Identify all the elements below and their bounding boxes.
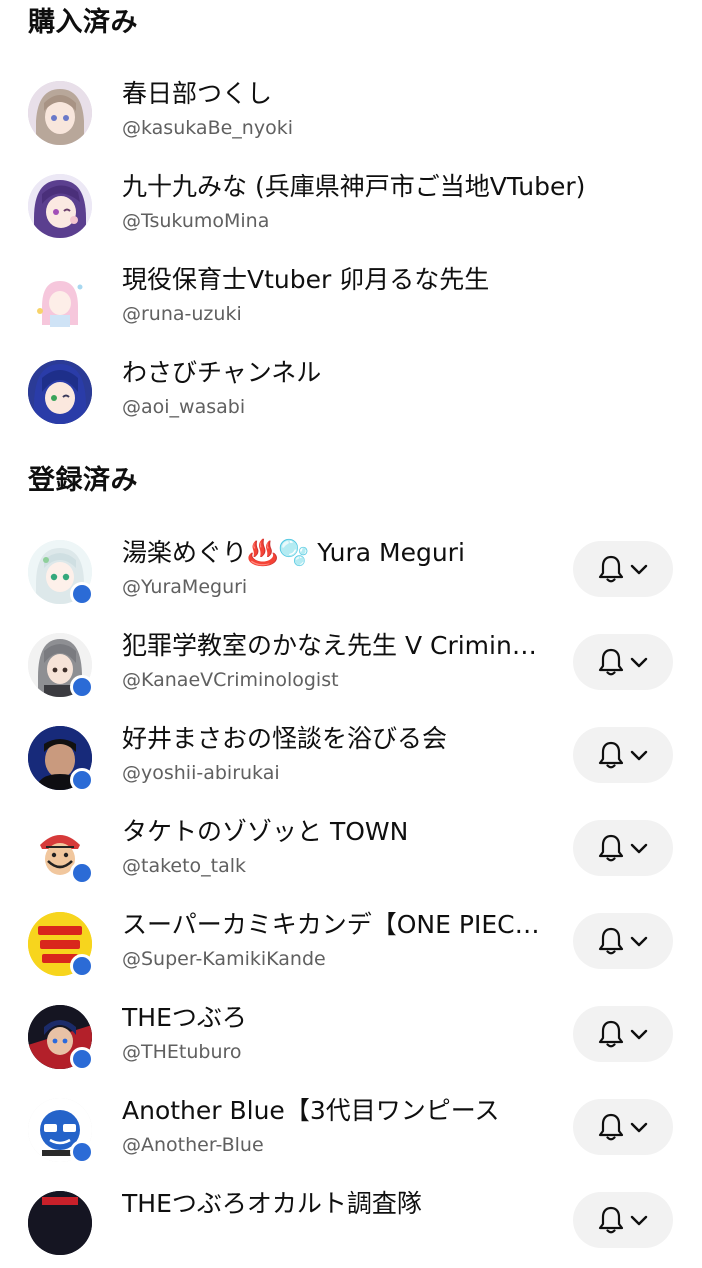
new-content-dot bbox=[70, 768, 94, 792]
channel-avatar[interactable] bbox=[28, 174, 92, 238]
subscription-row[interactable]: スーパーカミキカンデ【ONE PIECE】 @Super-KamikiKande bbox=[0, 897, 702, 989]
channel-name: 湯楽めぐり♨️🫧 Yura Meguri bbox=[122, 538, 465, 567]
channel-handle: @Another-Blue bbox=[122, 1134, 264, 1156]
channel-handle: @taketo_talk bbox=[122, 855, 247, 877]
subscription-row[interactable]: 好井まさおの怪談を浴びる会 @yoshii-abirukai bbox=[0, 711, 702, 803]
channel-avatar[interactable] bbox=[28, 633, 94, 699]
channel-name: 現役保育士Vtuber 卯月るな先生 bbox=[122, 265, 490, 294]
chevron-down-icon bbox=[630, 843, 648, 854]
channel-row[interactable]: 春日部つくし @kasukaBe_nyoki bbox=[0, 66, 702, 158]
channel-name: 犯罪学教室のかなえ先生 V Criminologist bbox=[122, 631, 547, 660]
channel-avatar[interactable] bbox=[28, 267, 92, 331]
channel-handle: @TsukumoMina bbox=[122, 210, 270, 232]
channel-name: Another Blue【3代目ワンピース bbox=[122, 1096, 500, 1125]
channel-avatar[interactable] bbox=[28, 1005, 94, 1071]
channel-handle: @YuraMeguri bbox=[122, 576, 248, 598]
channel-avatar[interactable] bbox=[28, 726, 94, 792]
notification-settings-button[interactable] bbox=[573, 727, 673, 783]
section-title-subscribed: 登録済み bbox=[28, 465, 138, 496]
channel-name: タケトのゾゾッと TOWN bbox=[122, 817, 409, 846]
channel-avatar[interactable] bbox=[28, 540, 94, 606]
bell-icon bbox=[598, 1206, 624, 1234]
subscription-row[interactable]: Another Blue【3代目ワンピース @Another-Blue bbox=[0, 1083, 702, 1175]
channel-handle: @Super-KamikiKande bbox=[122, 948, 326, 970]
channel-row[interactable]: 現役保育士Vtuber 卯月るな先生 @runa-uzuki bbox=[0, 252, 702, 344]
notification-settings-button[interactable] bbox=[573, 913, 673, 969]
new-content-dot bbox=[70, 1047, 94, 1071]
channel-name: THEつぶろ bbox=[122, 1003, 247, 1032]
notification-settings-button[interactable] bbox=[573, 1192, 673, 1248]
channel-avatar[interactable] bbox=[28, 1191, 92, 1255]
channel-name: 九十九みな (兵庫県神戸市ご当地VTuber) bbox=[122, 172, 586, 201]
channel-handle: @runa-uzuki bbox=[122, 303, 242, 325]
chevron-down-icon bbox=[630, 750, 648, 761]
bell-icon bbox=[598, 1113, 624, 1141]
channel-row[interactable]: 九十九みな (兵庫県神戸市ご当地VTuber) @TsukumoMina bbox=[0, 159, 702, 251]
subscription-row[interactable]: THEつぶろ @THEtuburo bbox=[0, 990, 702, 1082]
section-title-purchased: 購入済み bbox=[28, 7, 138, 38]
channel-handle: @THEtuburo bbox=[122, 1041, 242, 1063]
channel-name: 春日部つくし bbox=[122, 79, 273, 108]
channel-row[interactable]: わさびチャンネル @aoi_wasabi bbox=[0, 345, 702, 437]
new-content-dot bbox=[70, 1140, 94, 1164]
channel-handle: @kasukaBe_nyoki bbox=[122, 117, 293, 139]
chevron-down-icon bbox=[630, 657, 648, 668]
channel-handle: @yoshii-abirukai bbox=[122, 762, 280, 784]
new-content-dot bbox=[70, 954, 94, 978]
notification-settings-button[interactable] bbox=[573, 634, 673, 690]
notification-settings-button[interactable] bbox=[573, 1099, 673, 1155]
channel-avatar[interactable] bbox=[28, 912, 94, 978]
bell-icon bbox=[598, 648, 624, 676]
bell-icon bbox=[598, 1020, 624, 1048]
subscription-row[interactable]: タケトのゾゾッと TOWN @taketo_talk bbox=[0, 804, 702, 896]
notification-settings-button[interactable] bbox=[573, 820, 673, 876]
bell-icon bbox=[598, 741, 624, 769]
channel-avatar[interactable] bbox=[28, 1098, 94, 1164]
subscription-row[interactable]: 湯楽めぐり♨️🫧 Yura Meguri @YuraMeguri bbox=[0, 525, 702, 617]
bell-icon bbox=[598, 834, 624, 862]
channel-name: THEつぶろオカルト調査隊 bbox=[122, 1189, 422, 1218]
channel-avatar[interactable] bbox=[28, 360, 92, 424]
channel-name: 好井まさおの怪談を浴びる会 bbox=[122, 724, 448, 753]
channel-name: スーパーカミキカンデ【ONE PIECE】 bbox=[122, 910, 547, 939]
channel-avatar[interactable] bbox=[28, 81, 92, 145]
channel-handle: @KanaeVCriminologist bbox=[122, 669, 339, 691]
notification-settings-button[interactable] bbox=[573, 541, 673, 597]
new-content-dot bbox=[70, 675, 94, 699]
channel-name: わさびチャンネル bbox=[122, 358, 322, 387]
subscription-row[interactable]: 犯罪学教室のかなえ先生 V Criminologist @KanaeVCrimi… bbox=[0, 618, 702, 710]
subscription-row[interactable]: THEつぶろオカルト調査隊 bbox=[0, 1176, 702, 1268]
chevron-down-icon bbox=[630, 1215, 648, 1226]
chevron-down-icon bbox=[630, 564, 648, 575]
notification-settings-button[interactable] bbox=[573, 1006, 673, 1062]
bell-icon bbox=[598, 927, 624, 955]
chevron-down-icon bbox=[630, 936, 648, 947]
bell-icon bbox=[598, 555, 624, 583]
new-content-dot bbox=[70, 861, 94, 885]
chevron-down-icon bbox=[630, 1122, 648, 1133]
channel-handle: @aoi_wasabi bbox=[122, 396, 246, 418]
chevron-down-icon bbox=[630, 1029, 648, 1040]
channel-avatar[interactable] bbox=[28, 819, 94, 885]
new-content-dot bbox=[70, 582, 94, 606]
